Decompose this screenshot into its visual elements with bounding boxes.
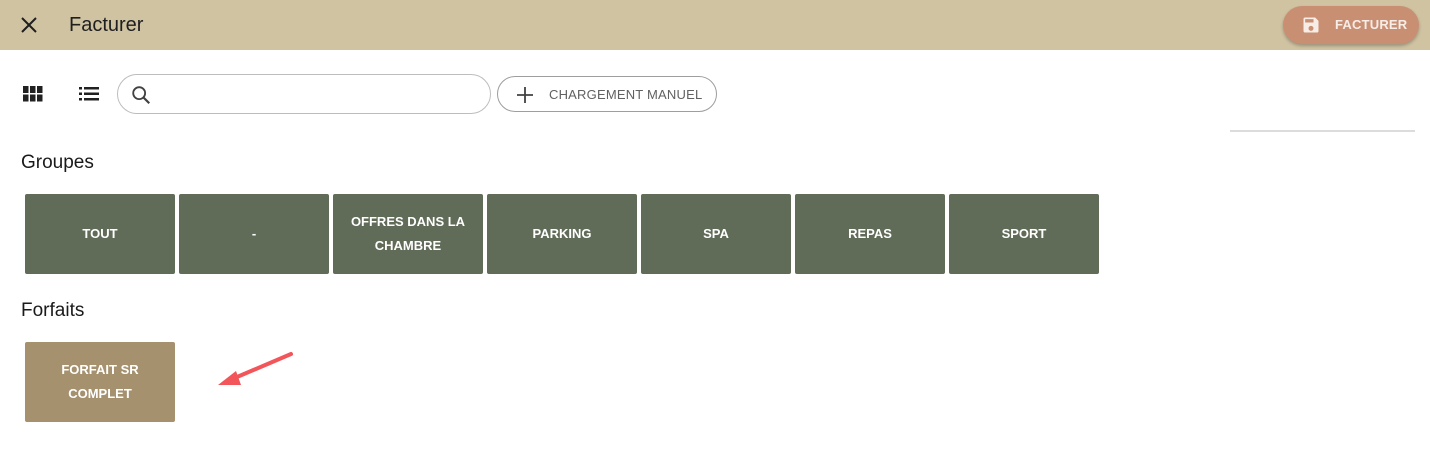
plus-icon xyxy=(517,87,533,103)
groups-section-title: Groupes xyxy=(21,152,94,173)
manual-load-button-label: CHARGEMENT MANUEL xyxy=(549,87,703,102)
app-header: Facturer FACTURER xyxy=(0,0,1430,50)
save-icon xyxy=(1303,17,1319,33)
search-box xyxy=(117,74,491,114)
group-tile-parking[interactable]: PARKING xyxy=(487,194,637,274)
grid-view-icon xyxy=(23,86,43,102)
divider xyxy=(1230,130,1415,132)
close-button[interactable] xyxy=(14,11,44,39)
page-title: Facturer xyxy=(69,14,144,36)
grid-view-button[interactable] xyxy=(19,80,47,108)
search-input[interactable] xyxy=(162,81,480,107)
invoice-button-label: FACTURER xyxy=(1335,17,1408,32)
manual-load-button[interactable]: CHARGEMENT MANUEL xyxy=(497,76,717,112)
arrow-icon xyxy=(218,352,293,385)
invoice-button[interactable]: FACTURER xyxy=(1283,6,1419,44)
group-tile-repas[interactable]: REPAS xyxy=(795,194,945,274)
packages-section-title: Forfaits xyxy=(21,300,85,321)
group-tile-offres-dans-la-chambre[interactable]: OFFRES DANS LA CHAMBRE xyxy=(333,194,483,274)
package-tile-forfait-sr-complet[interactable]: FORFAIT SR COMPLET xyxy=(25,342,175,422)
group-tile-tout[interactable]: TOUT xyxy=(25,194,175,274)
list-view-button[interactable] xyxy=(75,80,103,108)
group-tile-dash[interactable]: - xyxy=(179,194,329,274)
group-tile-sport[interactable]: SPORT xyxy=(949,194,1099,274)
list-view-icon xyxy=(79,87,99,101)
close-icon xyxy=(21,17,37,33)
search-icon xyxy=(132,86,151,105)
group-tile-spa[interactable]: SPA xyxy=(641,194,791,274)
